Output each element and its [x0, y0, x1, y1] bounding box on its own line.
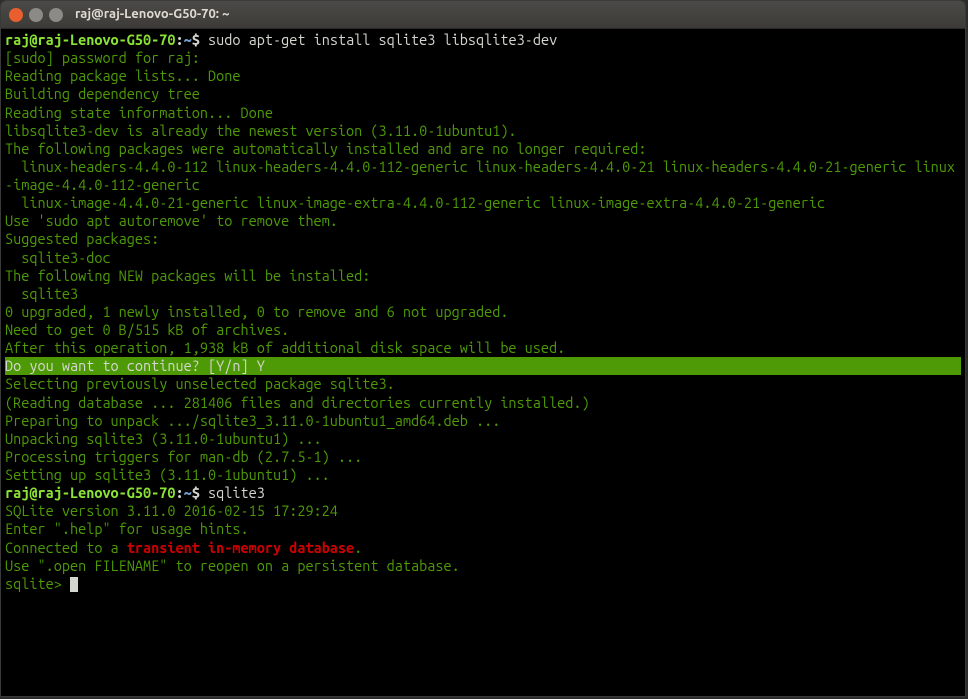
output-line: Selecting previously unselected package …: [5, 375, 395, 392]
prompt-user-host: raj@raj-Lenovo-G50-70: [5, 31, 176, 48]
sqlite-version: SQLite version 3.11.0 2016-02-15 17:29:2…: [5, 502, 338, 519]
terminal-window: raj@raj-Lenovo-G50-70: ~ raj@raj-Lenovo-…: [0, 0, 966, 697]
close-icon[interactable]: [9, 8, 23, 22]
output-line: Building dependency tree: [5, 85, 257, 102]
prompt-colon: :: [176, 484, 184, 501]
cursor-icon: [70, 577, 78, 592]
minimize-icon[interactable]: [29, 8, 43, 22]
output-line: Setting up sqlite3 (3.11.0-1ubuntu1) ...: [5, 466, 330, 483]
output-line: (Reading database ... 281406 files and d…: [5, 394, 590, 411]
output-line: linux-headers-4.4.0-112 linux-headers-4.…: [5, 158, 955, 193]
prompt-path: ~: [184, 31, 192, 48]
output-line: Use 'sudo apt autoremove' to remove them…: [5, 212, 338, 229]
output-line: Unpacking sqlite3 (3.11.0-1ubuntu1) ...: [5, 430, 322, 447]
titlebar[interactable]: raj@raj-Lenovo-G50-70: ~: [1, 1, 965, 29]
sqlite-open-hint: Use ".open FILENAME" to reopen on a pers…: [5, 557, 460, 574]
output-line: libsqlite3-dev is already the newest ver…: [5, 122, 517, 139]
sqlite-prompt: sqlite>: [5, 575, 70, 592]
prompt-colon: :: [176, 31, 184, 48]
sqlite-connected-suffix: .: [354, 539, 362, 556]
prompt-path: ~: [184, 484, 192, 501]
output-line: [sudo] password for raj:: [5, 49, 208, 66]
output-line: 0 upgraded, 1 newly installed, 0 to remo…: [5, 303, 508, 320]
prompt-dollar: $: [192, 31, 200, 48]
output-line: linux-image-4.4.0-21-generic linux-image…: [5, 194, 825, 211]
command-line-2: sqlite3: [200, 484, 265, 501]
output-line: Preparing to unpack .../sqlite3_3.11.0-1…: [5, 412, 500, 429]
sqlite-transient-db: transient in-memory database: [127, 539, 354, 556]
output-line: Suggested packages:: [5, 230, 159, 247]
prompt-user-host: raj@raj-Lenovo-G50-70: [5, 484, 176, 501]
terminal-body[interactable]: raj@raj-Lenovo-G50-70:~$ sudo apt-get in…: [1, 29, 965, 696]
output-highlighted-confirm: Do you want to continue? [Y/n] Y: [5, 357, 961, 375]
command-line-1: sudo apt-get install sqlite3 libsqlite3-…: [200, 31, 557, 48]
output-line: The following NEW packages will be insta…: [5, 267, 370, 284]
output-line: After this operation, 1,938 kB of additi…: [5, 339, 565, 356]
output-line: The following packages were automaticall…: [5, 140, 646, 157]
output-line: Need to get 0 B/515 kB of archives.: [5, 321, 289, 338]
output-line: Processing triggers for man-db (2.7.5-1)…: [5, 448, 362, 465]
window-title: raj@raj-Lenovo-G50-70: ~: [75, 6, 229, 22]
output-line: sqlite3-doc: [5, 249, 111, 266]
sqlite-connected-prefix: Connected to a: [5, 539, 127, 556]
output-line: Reading state information... Done: [5, 104, 273, 121]
maximize-icon[interactable]: [49, 8, 63, 22]
output-line: sqlite3: [5, 285, 78, 302]
prompt-dollar: $: [192, 484, 200, 501]
output-line: Reading package lists... Done: [5, 67, 240, 84]
sqlite-help-hint: Enter ".help" for usage hints.: [5, 520, 249, 537]
